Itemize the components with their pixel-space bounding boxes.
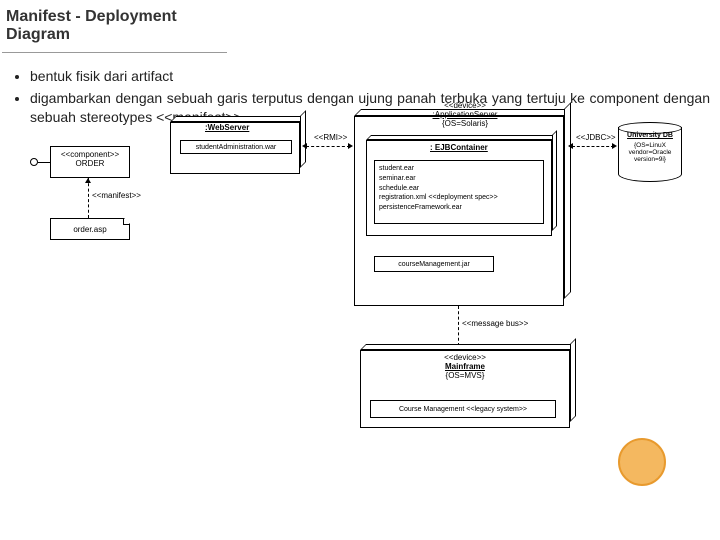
artifact-icon [123,219,129,225]
rmi-connector [306,146,350,147]
arrow-right-icon [612,143,617,149]
bullet-item: bentuk fisik dari artifact [30,67,710,87]
deployment-diagram: <<component>> ORDER <<manifest>> order.a… [30,116,690,466]
provided-interface-icon [30,158,38,166]
appserver-tags: {OS=Solaris} [420,120,510,129]
jdbc-connector [572,146,614,147]
rmi-label: <<RMI>> [314,134,347,143]
component-order: <<component>> ORDER [50,146,130,178]
arrow-left-icon [568,143,573,149]
jdbc-label: <<JDBC>> [576,134,616,143]
legacy-system: Course Management <<legacy system>> [370,400,556,418]
arrow-up-icon [85,178,91,183]
page-title: Manifest - Deployment Diagram [2,0,227,53]
mainframe-tags: {OS=MVS} [430,372,500,381]
component-name: ORDER [51,159,129,168]
stereotype-label: <<component>> [51,150,129,159]
manifest-arrow [88,178,89,218]
artifact-order: order.asp [50,218,130,240]
db-name: University DB [622,132,678,140]
ejb-file: seminar.ear [379,174,539,184]
manifest-label: <<manifest>> [92,192,141,201]
course-jar: courseManagement.jar [374,256,494,272]
db-tags: {OS=LinuX vendor=Oracle version=9i} [622,142,678,163]
ejb-title: : EJBContainer [430,144,488,153]
appserver-header: <<device>> :ApplicationServer {OS=Solari… [420,102,510,128]
ejb-file: registration.xml <<deployment spec>> [379,193,539,203]
decorative-circle-icon [618,438,666,486]
ejb-file: persistenceFramework.ear [379,203,539,213]
arrow-right-icon [348,143,353,149]
webserver-title: :WebServer [205,124,249,133]
arrow-left-icon [302,143,307,149]
interface-line [38,162,50,163]
ejb-file: student.ear [379,164,539,174]
ejb-files: student.ear seminar.ear schedule.ear reg… [374,160,544,224]
webserver-artifact: studentAdministration.war [180,140,292,154]
mainframe-header: <<device>> Mainframe {OS=MVS} [430,354,500,380]
artifact-name: order.asp [73,225,106,234]
msgbus-connector [458,306,459,346]
ejb-file: schedule.ear [379,184,539,194]
msgbus-label: <<message bus>> [462,320,528,329]
